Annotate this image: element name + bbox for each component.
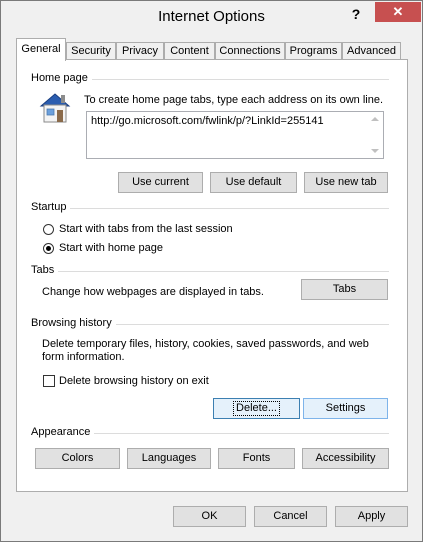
startup-last-session-label[interactable]: Start with tabs from the last session [59, 223, 233, 235]
tab-general[interactable]: General [16, 38, 66, 61]
tab-advanced[interactable]: Advanced [342, 42, 401, 59]
home-page-section-label: Home page [31, 72, 92, 84]
home-page-url-value[interactable]: http://go.microsoft.com/fwlink/p/?LinkId… [91, 115, 324, 127]
fonts-button[interactable]: Fonts [218, 448, 295, 469]
startup-divider [31, 208, 389, 209]
startup-last-session-radio[interactable] [43, 224, 54, 235]
tab-content[interactable]: Content [164, 42, 215, 59]
delete-history-on-exit-checkbox[interactable] [43, 375, 55, 387]
startup-section-label: Startup [31, 201, 71, 213]
tabs-divider [31, 271, 389, 272]
delete-history-button[interactable]: Delete... [213, 398, 300, 419]
url-scrollbar[interactable] [367, 112, 383, 158]
delete-history-on-exit-label[interactable]: Delete browsing history on exit [59, 375, 209, 387]
tabs-section-label: Tabs [31, 264, 59, 276]
tab-programs[interactable]: Programs [285, 42, 342, 59]
browsing-history-description-line2: form information. [42, 351, 125, 363]
use-new-tab-button[interactable]: Use new tab [304, 172, 388, 193]
startup-home-page-radio[interactable] [43, 243, 54, 254]
apply-button[interactable]: Apply [335, 506, 408, 527]
internet-options-dialog: Internet Options ? ✕ General Security Pr… [0, 0, 423, 542]
accessibility-button[interactable]: Accessibility [302, 448, 389, 469]
title-bar: Internet Options ? ✕ [1, 1, 422, 33]
use-current-button[interactable]: Use current [118, 172, 203, 193]
tabs-button[interactable]: Tabs [301, 279, 388, 300]
appearance-section-label: Appearance [31, 426, 95, 438]
close-button[interactable]: ✕ [375, 2, 421, 22]
scroll-down-arrow-icon[interactable] [371, 149, 379, 153]
home-page-description: To create home page tabs, type each addr… [84, 94, 384, 106]
general-tab-panel: Home page To create home page tabs, type… [16, 59, 408, 492]
ok-button[interactable]: OK [173, 506, 246, 527]
help-button[interactable]: ? [347, 4, 365, 24]
tab-connections[interactable]: Connections [215, 42, 285, 59]
languages-button[interactable]: Languages [127, 448, 211, 469]
history-settings-button[interactable]: Settings [303, 398, 388, 419]
delete-history-button-label[interactable]: Delete... [233, 401, 280, 416]
home-page-url-input[interactable]: http://go.microsoft.com/fwlink/p/?LinkId… [86, 111, 384, 159]
home-icon [39, 93, 71, 123]
tab-security[interactable]: Security [66, 42, 116, 59]
tab-privacy[interactable]: Privacy [116, 42, 164, 59]
startup-home-page-label[interactable]: Start with home page [59, 242, 163, 254]
browsing-history-section-label: Browsing history [31, 317, 116, 329]
tabs-description: Change how webpages are displayed in tab… [42, 286, 264, 298]
colors-button[interactable]: Colors [35, 448, 120, 469]
scroll-up-arrow-icon[interactable] [371, 117, 379, 121]
cancel-button[interactable]: Cancel [254, 506, 327, 527]
use-default-button[interactable]: Use default [210, 172, 297, 193]
browsing-history-description-line1: Delete temporary files, history, cookies… [42, 338, 369, 350]
